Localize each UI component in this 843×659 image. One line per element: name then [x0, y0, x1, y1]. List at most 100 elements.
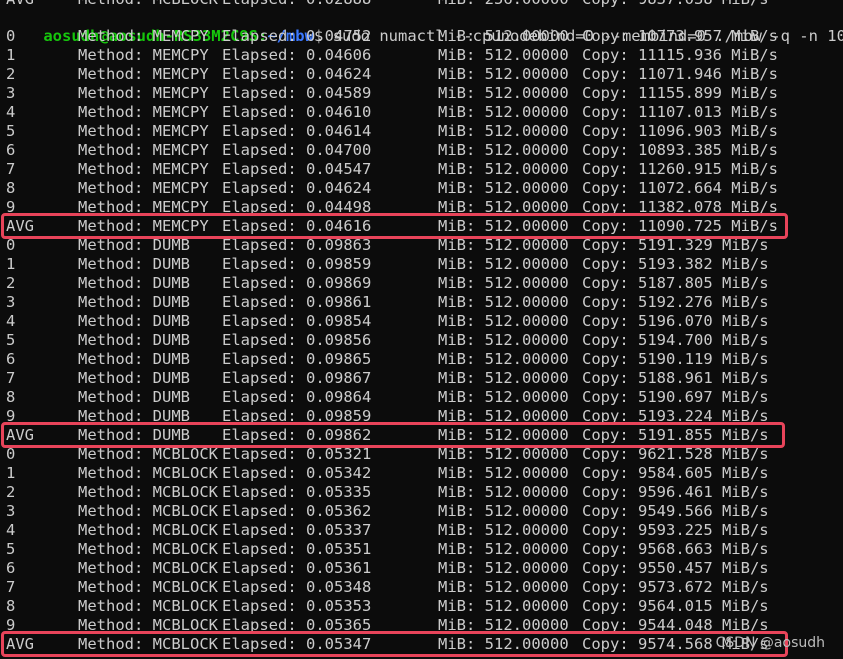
row-method: Method: MEMCPY	[78, 103, 209, 121]
highlight-box	[1, 631, 788, 657]
row-mib: MiB: 512.00000	[438, 540, 569, 558]
row-elapsed: Elapsed: 0.09869	[222, 274, 372, 292]
row-idx: 8	[6, 597, 16, 615]
row-copy: Copy: 11107.013 MiB/s	[582, 103, 778, 121]
row-mib: MiB: 512.00000	[438, 179, 569, 197]
row-mib: MiB: 512.00000	[438, 141, 569, 159]
row-mib: MiB: 512.00000	[438, 369, 569, 387]
row-mib: MiB: 512.00000	[438, 521, 569, 539]
row-idx: 3	[6, 293, 16, 311]
row-copy: Copy: 9564.015 MiB/s	[582, 597, 769, 615]
row-copy: Copy: 10773.957 MiB/s	[582, 27, 778, 45]
row-method: Method: MCBLOCK	[78, 464, 218, 482]
row-method: Method: MCBLOCK	[78, 521, 218, 539]
row-idx: 6	[6, 559, 16, 577]
row-mib: MiB: 512.00000	[438, 65, 569, 83]
row-elapsed: Elapsed: 0.05351	[222, 540, 372, 558]
row-method: Method: MEMCPY	[78, 27, 209, 45]
row-mib: MiB: 512.00000	[438, 483, 569, 501]
row-idx: 5	[6, 540, 16, 558]
row-idx: 4	[6, 103, 16, 121]
row-copy: Copy: 5188.961 MiB/s	[582, 369, 769, 387]
row-method: Method: MEMCPY	[78, 141, 209, 159]
row-mib: MiB: 512.00000	[438, 559, 569, 577]
row-method: Method: DUMB	[78, 293, 190, 311]
row-copy: Copy: 11071.946 MiB/s	[582, 65, 778, 83]
row-idx: 4	[6, 312, 16, 330]
row-mib: MiB: 512.00000	[438, 46, 569, 64]
row-elapsed: Elapsed: 0.09854	[222, 312, 372, 330]
row-idx: 7	[6, 578, 16, 596]
row-elapsed: Elapsed: 0.04624	[222, 65, 372, 83]
row-elapsed: Elapsed: 0.09867	[222, 369, 372, 387]
row-elapsed: Elapsed: 0.04752	[222, 27, 372, 45]
row-idx: 6	[6, 141, 16, 159]
row-elapsed: Elapsed: 0.09856	[222, 331, 372, 349]
row-method: Method: DUMB	[78, 350, 190, 368]
row-mib: MiB: 512.00000	[438, 464, 569, 482]
row-elapsed: Elapsed: 0.04700	[222, 141, 372, 159]
row-copy: Copy: 11096.903 MiB/s	[582, 122, 778, 140]
row-idx: 2	[6, 65, 16, 83]
highlight-box	[1, 213, 788, 239]
row-elapsed: Elapsed: 0.09859	[222, 255, 372, 273]
row-method: Method: MEMCPY	[78, 160, 209, 178]
row-elapsed: Elapsed: 0.05348	[222, 578, 372, 596]
row-idx: 2	[6, 274, 16, 292]
row-mib: MiB: 512.00000	[438, 293, 569, 311]
row-idx: 1	[6, 255, 16, 273]
row-idx: 5	[6, 331, 16, 349]
row-elapsed: Elapsed: 0.04624	[222, 179, 372, 197]
row-mib: MiB: 512.00000	[438, 502, 569, 520]
row-elapsed: Elapsed: 0.04614	[222, 122, 372, 140]
row-elapsed: Elapsed: 0.04589	[222, 84, 372, 102]
row-idx: 6	[6, 350, 16, 368]
row-mib: MiB: 512.00000	[438, 84, 569, 102]
row-mib: MiB: 512.00000	[438, 312, 569, 330]
row-idx: 1	[6, 46, 16, 64]
row-method: Method: MCBLOCK	[78, 578, 218, 596]
row-elapsed: Elapsed: 0.04610	[222, 103, 372, 121]
row-idx: 3	[6, 84, 16, 102]
row-mib: MiB: 512.00000	[438, 103, 569, 121]
row-copy: Copy: 9584.605 MiB/s	[582, 464, 769, 482]
row-mib: MiB: 512.00000	[438, 27, 569, 45]
row-copy: Copy: 9549.566 MiB/s	[582, 502, 769, 520]
row-method: Method: MEMCPY	[78, 179, 209, 197]
row-copy: Copy: 5193.382 MiB/s	[582, 255, 769, 273]
row-idx: 2	[6, 483, 16, 501]
row-idx: 3	[6, 502, 16, 520]
row-idx: 8	[6, 179, 16, 197]
row-copy: Copy: 9550.457 MiB/s	[582, 559, 769, 577]
row-copy: Copy: 5194.700 MiB/s	[582, 331, 769, 349]
row-copy: Copy: 10893.385 MiB/s	[582, 141, 778, 159]
row-copy: Copy: 9568.663 MiB/s	[582, 540, 769, 558]
row-method: Method: DUMB	[78, 369, 190, 387]
row-elapsed: Elapsed: 0.05362	[222, 502, 372, 520]
row-idx: 0	[6, 27, 16, 45]
row-mib: MiB: 512.00000	[438, 597, 569, 615]
row-mib: MiB: 512.00000	[438, 255, 569, 273]
row-method: Method: DUMB	[78, 331, 190, 349]
row-copy: Copy: 9593.225 MiB/s	[582, 521, 769, 539]
row-method: Method: DUMB	[78, 388, 190, 406]
terminal-window[interactable]: AVG Method: MCBLOCK Elapsed: 0.02888 MiB…	[0, 0, 843, 659]
row-elapsed: Elapsed: 0.05337	[222, 521, 372, 539]
row-copy: Copy: 5190.119 MiB/s	[582, 350, 769, 368]
row-copy: Copy: 9596.461 MiB/s	[582, 483, 769, 501]
row-copy: Copy: 11260.915 MiB/s	[582, 160, 778, 178]
row-elapsed: Elapsed: 0.09865	[222, 350, 372, 368]
row-method: Method: MEMCPY	[78, 65, 209, 83]
row-method: Method: MCBLOCK	[78, 483, 218, 501]
row-elapsed: Elapsed: 0.04606	[222, 46, 372, 64]
row-method: Method: DUMB	[78, 274, 190, 292]
row-copy: Copy: 9573.672 MiB/s	[582, 578, 769, 596]
row-mib: MiB: 512.00000	[438, 388, 569, 406]
row-elapsed: Elapsed: 0.05335	[222, 483, 372, 501]
row-method: Method: MCBLOCK	[78, 559, 218, 577]
row-mib: MiB: 512.00000	[438, 274, 569, 292]
row-elapsed: Elapsed: 0.09864	[222, 388, 372, 406]
row-mib: MiB: 512.00000	[438, 350, 569, 368]
row-copy: Copy: 5196.070 MiB/s	[582, 312, 769, 330]
row-copy: Copy: 11155.899 MiB/s	[582, 84, 778, 102]
